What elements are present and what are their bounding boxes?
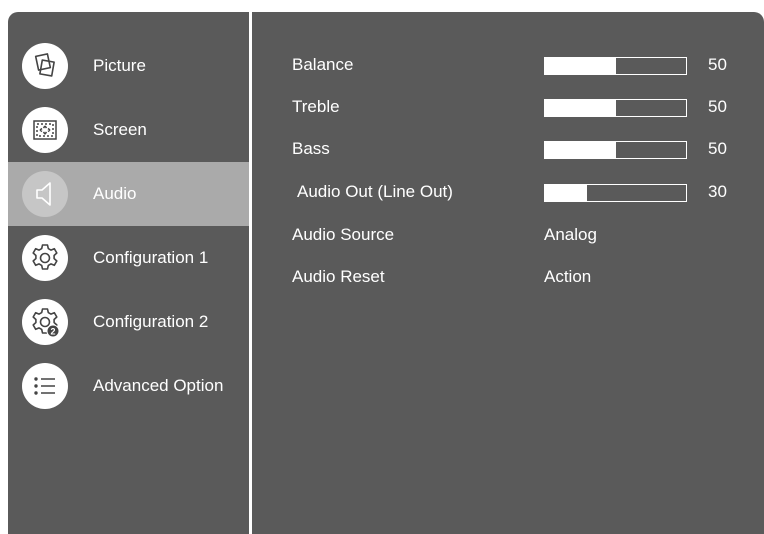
sidebar-item-label: Advanced Option: [93, 376, 224, 395]
slider-fill: [545, 185, 588, 201]
setting-value: 30: [708, 182, 727, 201]
audio-settings-panel: Balance 50 Treble 50 Bass 50 Audio Out (…: [252, 12, 764, 534]
setting-row-bass[interactable]: Bass 50: [252, 134, 764, 164]
audio-source-option[interactable]: Analog: [544, 225, 597, 245]
slider-fill: [545, 142, 616, 158]
setting-row-audio-out[interactable]: Audio Out (Line Out) 30: [252, 177, 764, 207]
list-icon: [22, 363, 68, 409]
slider-fill: [545, 100, 616, 116]
sidebar-item-label: Picture: [93, 56, 146, 75]
balance-slider[interactable]: [544, 57, 687, 75]
setting-value: 50: [708, 139, 727, 158]
slider-fill: [545, 58, 616, 74]
setting-label: Balance: [292, 55, 354, 74]
sidebar-item-label: Configuration 2: [93, 312, 209, 331]
setting-value: 50: [708, 97, 727, 116]
bass-slider[interactable]: [544, 141, 687, 159]
setting-label: Audio Out (Line Out): [297, 182, 453, 201]
sidebar-item-advanced-option[interactable]: Advanced Option: [8, 354, 249, 418]
setting-row-audio-reset[interactable]: Audio Reset Action: [252, 262, 764, 292]
sidebar-item-screen[interactable]: Screen: [8, 98, 249, 162]
sidebar: Picture Screen Audio Configuration 1 2 C…: [8, 12, 249, 534]
sidebar-item-configuration-2[interactable]: 2 Configuration 2: [8, 290, 249, 354]
setting-label: Audio Source: [292, 225, 395, 244]
sidebar-item-audio[interactable]: Audio: [8, 162, 249, 226]
setting-row-treble[interactable]: Treble 50: [252, 92, 764, 122]
setting-label: Audio Reset: [292, 267, 385, 286]
osd-menu: Picture Screen Audio Configuration 1 2 C…: [8, 12, 764, 534]
gear-2-icon: 2: [22, 299, 68, 345]
audio-reset-option[interactable]: Action: [544, 267, 591, 287]
gear-badge: 2: [50, 327, 55, 337]
picture-icon: [22, 43, 68, 89]
setting-label: Treble: [292, 97, 340, 116]
gear-icon: [22, 235, 68, 281]
setting-label: Bass: [292, 139, 330, 158]
sidebar-item-label: Audio: [93, 184, 137, 203]
treble-slider[interactable]: [544, 99, 687, 117]
sidebar-item-picture[interactable]: Picture: [8, 34, 249, 98]
speaker-icon: [22, 171, 68, 217]
sidebar-item-label: Screen: [93, 120, 147, 139]
sidebar-item-configuration-1[interactable]: Configuration 1: [8, 226, 249, 290]
audio-out-slider[interactable]: [544, 184, 687, 202]
setting-value: 50: [708, 55, 727, 74]
screen-icon: [22, 107, 68, 153]
setting-row-balance[interactable]: Balance 50: [252, 50, 764, 80]
sidebar-item-label: Configuration 1: [93, 248, 209, 267]
setting-row-audio-source[interactable]: Audio Source Analog: [252, 220, 764, 250]
